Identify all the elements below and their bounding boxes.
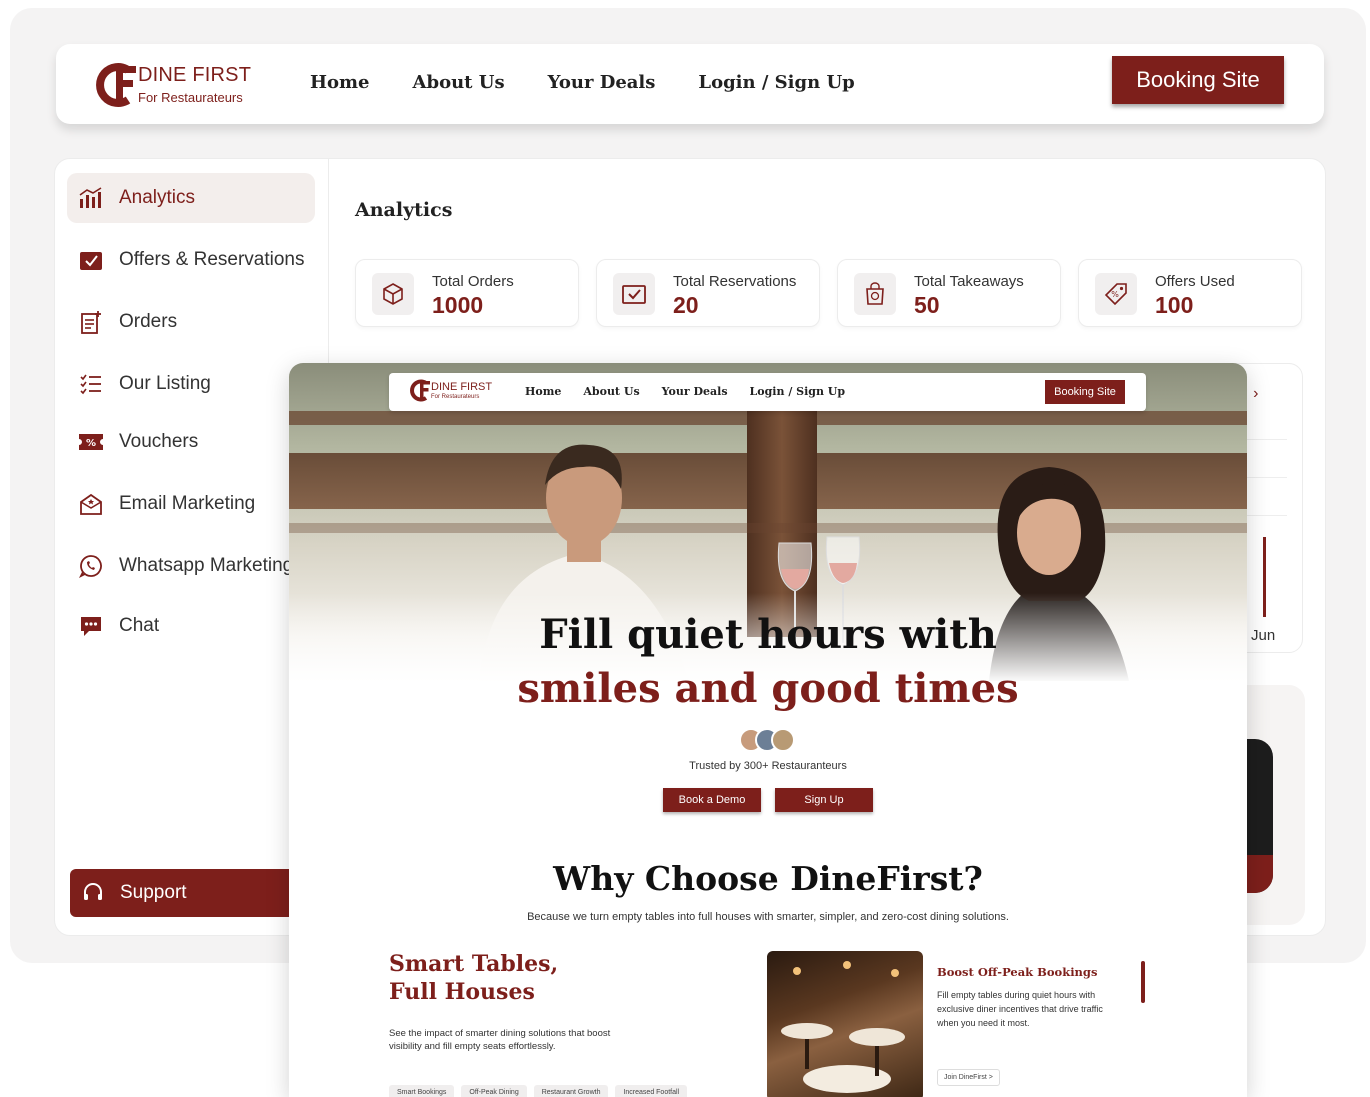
chart-x-label: Jun: [1251, 627, 1276, 644]
sidebar-item-label: Orders: [119, 311, 178, 332]
preview-nav-login[interactable]: Login / Sign Up: [750, 385, 846, 398]
dinefirst-logo-icon: [410, 379, 430, 402]
feature-tag[interactable]: Smart Bookings: [389, 1085, 455, 1097]
tag-icon: %: [1095, 273, 1137, 315]
preview-brand-tagline: For Restaurateurs: [431, 394, 480, 400]
listing-icon: [77, 370, 105, 398]
why-choose-subtitle: Because we turn empty tables into full h…: [527, 911, 1009, 923]
trusted-text: Trusted by 300+ Restauranteurs: [689, 760, 847, 772]
nav-deals[interactable]: Your Deals: [548, 72, 656, 93]
chart-gridline: [1245, 515, 1287, 516]
box-icon: [372, 273, 414, 315]
booking-site-button[interactable]: Booking Site: [1112, 56, 1284, 104]
why-choose-title: Why Choose DineFirst?: [553, 859, 983, 898]
slider-indicator[interactable]: [1141, 961, 1145, 1003]
sidebar-item-our-listing[interactable]: Our Listing: [67, 359, 315, 409]
sidebar-item-label: Email Marketing: [119, 493, 256, 514]
brand-logo[interactable]: DINE FIRST For Restaurateurs: [94, 58, 264, 112]
stat-card-total-reservations: Total Reservations 20: [596, 259, 820, 327]
feature-tag[interactable]: Restaurant Growth: [533, 1085, 609, 1097]
svg-text:%: %: [1111, 290, 1119, 299]
stat-value: 20: [673, 292, 699, 318]
avatar-group: [739, 728, 795, 752]
preview-nav-home[interactable]: Home: [525, 385, 561, 398]
nav-home[interactable]: Home: [310, 72, 370, 93]
chart-gridline: [1245, 477, 1287, 478]
sidebar-item-orders[interactable]: Orders: [67, 297, 315, 347]
stat-label: Total Takeaways: [914, 273, 1024, 290]
analytics-title: Analytics: [355, 199, 453, 221]
sidebar-item-label: Analytics: [119, 187, 196, 208]
smart-tables-title-line2: Full Houses: [389, 979, 535, 1005]
nav-about[interactable]: About Us: [413, 72, 505, 93]
sidebar-item-analytics[interactable]: Analytics: [67, 173, 315, 223]
chevron-right-icon: ›: [1253, 385, 1259, 402]
preview-brand-logo[interactable]: DINE FIRST For Restaurateurs: [409, 377, 492, 408]
sidebar-item-label: Whatsapp Marketing: [119, 555, 294, 576]
orders-icon: [77, 308, 105, 336]
brand-tagline: For Restaurateurs: [138, 90, 243, 105]
nav-links: Home About Us Your Deals Login / Sign Up: [310, 72, 855, 93]
stat-value: 50: [914, 292, 940, 318]
preview-navbar: DINE FIRST For Restaurateurs Home About …: [389, 373, 1146, 411]
support-label: Support: [120, 882, 187, 903]
sidebar-item-label: Vouchers: [119, 431, 199, 452]
landing-page-preview: DINE FIRST For Restaurateurs Home About …: [289, 363, 1247, 1097]
stat-card-total-takeaways: Total Takeaways 50: [837, 259, 1061, 327]
chart-bar: [1263, 537, 1266, 617]
stat-card-total-orders: Total Orders 1000: [355, 259, 579, 327]
sidebar-item-vouchers[interactable]: % Vouchers: [67, 417, 315, 467]
sidebar-item-email-marketing[interactable]: Email Marketing: [67, 479, 315, 529]
preview-nav-about[interactable]: About Us: [583, 385, 639, 398]
sidebar-item-label: Offers & Reservations: [119, 249, 305, 270]
takeaway-bag-icon: [854, 273, 896, 315]
svg-text:%: %: [86, 438, 96, 449]
boost-bookings-description: Fill empty tables during quiet hours wit…: [937, 990, 1103, 1028]
chart-gridline: [1245, 439, 1287, 440]
stat-label: Total Reservations: [673, 273, 797, 290]
sidebar-item-label: Chat: [119, 615, 160, 636]
restaurant-photo: [767, 951, 923, 1097]
whatsapp-icon: [77, 552, 105, 580]
feature-tags: Smart Bookings Off-Peak Dining Restauran…: [389, 1085, 688, 1097]
hero-headline-line2: smiles and good times: [517, 665, 1019, 712]
dinefirst-logo-icon: [96, 63, 136, 107]
email-icon: [77, 490, 105, 518]
stat-value: 1000: [432, 292, 484, 318]
feature-tag[interactable]: Off-Peak Dining: [461, 1085, 527, 1097]
brand-name: DINE FIRST: [138, 64, 252, 86]
stat-label: Offers Used: [1155, 273, 1235, 290]
preview-nav-deals[interactable]: Your Deals: [662, 385, 728, 398]
analytics-icon: [77, 184, 105, 212]
book-demo-button[interactable]: Book a Demo: [663, 788, 761, 812]
sign-up-button[interactable]: Sign Up: [775, 788, 873, 812]
stat-card-offers-used: % Offers Used 100: [1078, 259, 1302, 327]
nav-login[interactable]: Login / Sign Up: [698, 72, 854, 93]
boost-bookings-title: Boost Off-Peak Bookings: [937, 965, 1098, 979]
sidebar: Analytics Offers & Reservations Orders O…: [55, 159, 329, 935]
sidebar-item-label: Our Listing: [119, 373, 211, 394]
feature-tag[interactable]: Increased Footfall: [615, 1085, 688, 1097]
top-navbar: DINE FIRST For Restaurateurs Home About …: [56, 44, 1324, 124]
smart-tables-title-line1: Smart Tables,: [389, 951, 559, 977]
stat-value: 100: [1155, 292, 1194, 318]
headset-icon: [80, 880, 106, 906]
chat-icon: [77, 612, 105, 640]
preview-brand-name: DINE FIRST: [431, 381, 493, 393]
reservation-icon: [77, 246, 105, 274]
voucher-icon: %: [77, 428, 105, 456]
join-dinefirst-button[interactable]: Join DineFirst >: [937, 1069, 1000, 1086]
preview-booking-site-button[interactable]: Booking Site: [1045, 380, 1125, 404]
sidebar-item-whatsapp-marketing[interactable]: Whatsapp Marketing: [67, 541, 315, 591]
sidebar-item-chat[interactable]: Chat: [67, 601, 315, 651]
preview-nav-links: Home About Us Your Deals Login / Sign Up: [525, 385, 845, 398]
calendar-check-icon: [613, 273, 655, 315]
sidebar-item-offers-reservations[interactable]: Offers & Reservations: [67, 235, 315, 285]
support-button[interactable]: Support: [70, 869, 320, 917]
stat-label: Total Orders: [432, 273, 514, 290]
hero-headline-line1: Fill quiet hours with: [539, 611, 997, 658]
smart-tables-description: See the impact of smarter dining solutio…: [389, 1028, 611, 1052]
